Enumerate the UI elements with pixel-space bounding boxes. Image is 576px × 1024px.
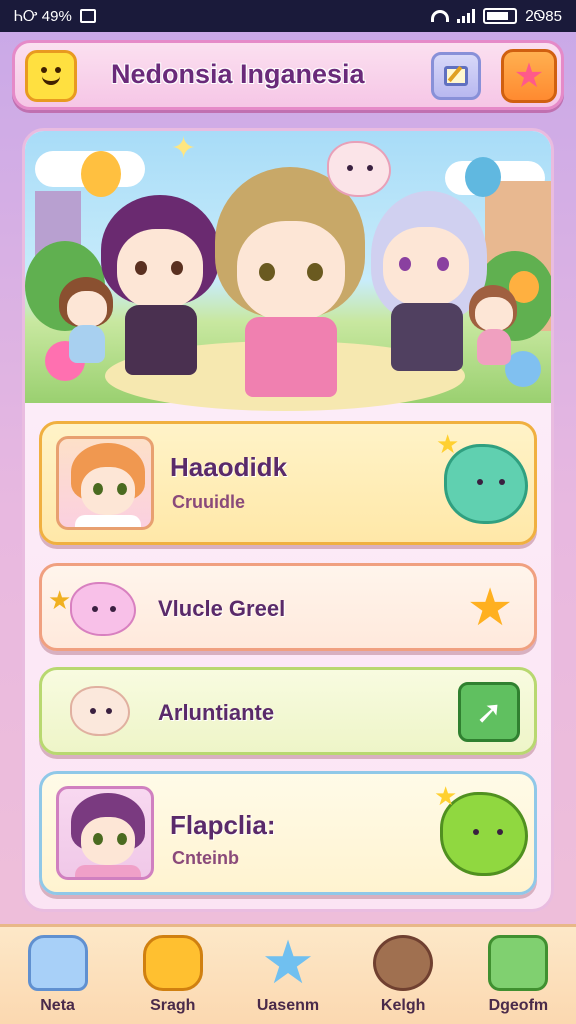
main-panel: ✦ Haaodidk Cruuidle ★ ★ Vlucle Greel ★ A… [22,128,554,912]
menu-item-title: Haaodidk [170,452,288,482]
gallery-icon [79,9,96,23]
cat-icon [27,935,88,991]
menu-item-subtitle: Cruuidle [172,492,246,512]
menu-item[interactable]: ★ Vlucle Greel ★ [39,563,537,651]
star-flower-icon: ★ [466,578,514,638]
menu-item-subtitle: Cnteinb [172,848,239,868]
page-title: Nedonsia Inganesia [111,59,365,89]
character-portrait [56,786,154,880]
sparkle-star-icon: ★ [48,586,72,616]
nav-label: Dgeofm [488,997,549,1014]
sparkle-star-icon: ★ [436,430,460,460]
bottom-nav: Neta Sragh ★ Uasenm Kelgh Dgeofm [0,924,576,1024]
bunny-icon [70,686,130,736]
chat-icon [488,935,549,991]
nav-item-uasenm[interactable]: ★ Uasenm [238,928,338,1024]
bear-icon [373,935,434,991]
menu-item-title: Flapclia: [170,810,276,840]
edit-icon [444,66,468,86]
character-kid-left [59,277,115,367]
menu-item[interactable]: Flapclia: Cnteinb ★ [39,771,537,895]
status-time: ᒿᏫ85 [525,7,562,25]
character-portrait [56,436,154,530]
nav-item-sragh[interactable]: Sragh [123,935,223,1024]
battery-icon [483,8,518,24]
menu-item[interactable]: Haaodidk Cruuidle ★ [39,421,537,545]
nav-label: Sragh [150,997,196,1014]
nav-label: Neta [40,997,75,1014]
edit-button[interactable] [431,52,481,100]
app-header: Nedonsia Inganesia ★ [12,40,564,110]
nav-label: Kelgh [380,997,426,1014]
menu-item-title: Vlucle Greel [158,596,286,621]
smiley-icon [34,61,68,91]
arrow-button[interactable]: ➚ [458,682,520,742]
character-blonde [211,167,371,403]
signal-icon [457,9,476,23]
star-icon: ★ [513,56,545,96]
blob-icon [142,935,203,991]
favorites-button[interactable]: ★ [501,49,557,103]
arrow-up-right-icon: ➚ [475,693,503,731]
nav-label: Uasenm [256,997,320,1014]
pink-cat-icon [70,582,136,636]
nav-item-neta[interactable]: Neta [8,935,108,1024]
sparkle-star-icon: ★ [434,782,458,812]
wifi-icon [431,10,450,22]
menu-item[interactable]: Arluntiante ➚ [39,667,537,755]
nav-item-kelgh[interactable]: Kelgh [353,935,453,1024]
character-kid-right [469,285,519,371]
hero-illustration: ✦ [25,131,551,411]
menu-item-title: Arluntiante [158,700,275,725]
cat-mascot-icon [327,141,391,197]
nav-item-dgeofm[interactable]: Dgeofm [468,935,568,1024]
status-text: ᏂᎤ 49% [14,7,72,25]
smiley-logo-button[interactable] [25,50,77,102]
star-icon: ★ [261,928,315,998]
status-bar: ᏂᎤ 49% ᒿᏫ85 [0,0,576,32]
